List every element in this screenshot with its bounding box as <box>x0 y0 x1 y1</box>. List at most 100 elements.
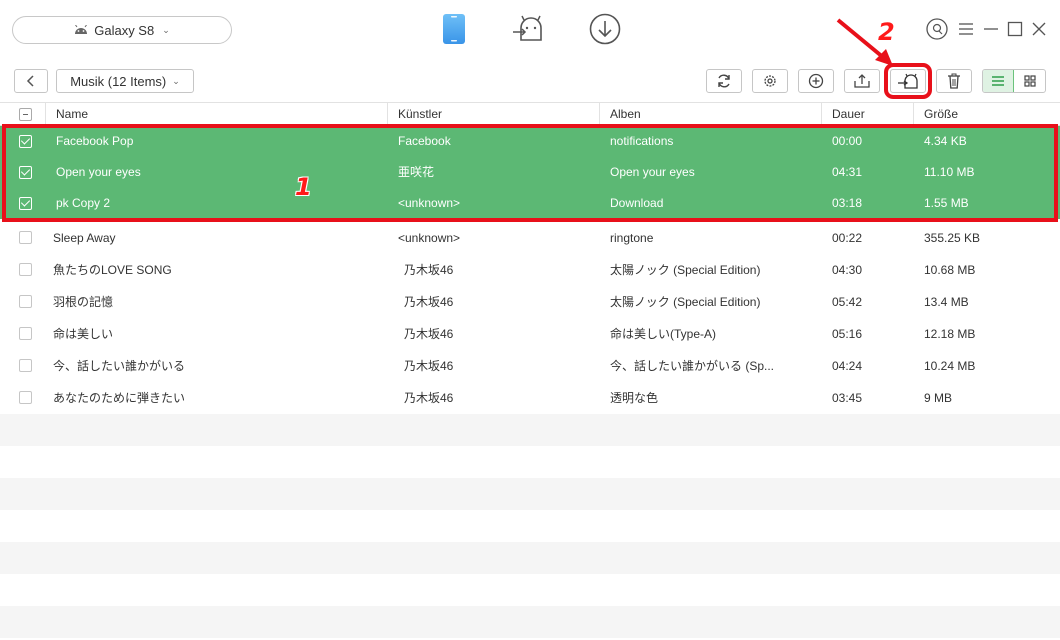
table-row[interactable]: あなたのために弾きたい 乃木坂46 透明な色 03:45 9 MB <box>0 382 1060 414</box>
android-icon <box>75 25 88 34</box>
table-row[interactable]: 命は美しい 乃木坂46 命は美しい(Type-A) 05:16 12.18 MB <box>0 318 1060 350</box>
cell-name: あなたのために弾きたい <box>53 391 186 405</box>
cell-album: 今、話したい誰かがいる (Sp... <box>610 359 775 373</box>
grid-view-icon <box>1023 75 1036 87</box>
cell-duration: 05:42 <box>832 295 863 309</box>
cell-album: Open your eyes <box>610 165 695 179</box>
table-row[interactable]: pk Copy 2 <unknown> Download 03:18 1.55 MB <box>0 188 1060 219</box>
column-header-name[interactable]: Name <box>56 103 88 125</box>
cell-name: Facebook Pop <box>56 134 134 148</box>
empty-row <box>0 446 1060 478</box>
cell-artist: 乃木坂46 <box>404 391 454 405</box>
cell-album: ringtone <box>610 231 654 245</box>
cell-size: 355.25 KB <box>924 231 981 245</box>
table-row[interactable]: 今、話したい誰かがいる 乃木坂46 今、話したい誰かがいる (Sp... 04:24 1… <box>0 350 1060 382</box>
transfer-to-device-button[interactable] <box>884 63 932 99</box>
cell-album: Download <box>610 196 664 210</box>
maximize-icon[interactable] <box>1007 18 1023 40</box>
add-button[interactable] <box>798 69 834 93</box>
table-row[interactable]: 羽根の記憶 乃木坂46 太陽ノック (Special Edition) 05:42 13… <box>0 286 1060 318</box>
category-dropdown[interactable]: Musik (12 Items) ⌄ <box>56 69 194 93</box>
row-checkbox[interactable] <box>19 359 32 372</box>
cell-name: 魚たちのLOVE SONG <box>53 263 172 277</box>
android-mover-icon[interactable] <box>512 12 546 46</box>
top-bar: Galaxy S8 ⌄ <box>0 0 1060 60</box>
row-checkbox[interactable] <box>19 166 32 179</box>
cell-duration: 05:16 <box>832 327 863 341</box>
column-divider <box>387 103 388 125</box>
settings-icon <box>764 75 776 87</box>
empty-row <box>0 510 1060 542</box>
device-selector[interactable]: Galaxy S8 ⌄ <box>12 16 232 44</box>
grid-view-button[interactable] <box>1014 70 1045 92</box>
column-header-artist[interactable]: Künstler <box>398 103 442 125</box>
cell-duration: 04:24 <box>832 359 863 373</box>
settings-button[interactable] <box>752 69 788 93</box>
music-table: Name Künstler Alben Dauer Größe Facebook… <box>0 102 1060 640</box>
row-checkbox[interactable] <box>19 263 32 276</box>
annotation-step-1: 1 <box>295 173 312 201</box>
cell-artist: 乃木坂46 <box>404 359 454 373</box>
cell-name: 今、話したい誰かがいる <box>53 359 186 373</box>
back-button[interactable] <box>14 69 48 93</box>
cell-name: Sleep Away <box>53 231 116 245</box>
cell-size: 1.55 MB <box>924 196 969 210</box>
row-checkbox[interactable] <box>19 295 32 308</box>
cell-album: 透明な色 <box>610 391 659 405</box>
cell-size: 13.4 MB <box>924 295 969 309</box>
column-header-album[interactable]: Alben <box>610 103 641 125</box>
select-all-checkbox[interactable] <box>19 108 32 121</box>
column-divider <box>599 103 600 125</box>
cell-name: 羽根の記憶 <box>53 295 114 309</box>
column-header-size[interactable]: Größe <box>924 103 958 125</box>
row-checkbox[interactable] <box>19 197 32 210</box>
empty-row <box>0 414 1060 446</box>
cell-name: 命は美しい <box>53 327 114 341</box>
table-row[interactable]: 魚たちのLOVE SONG 乃木坂46 太陽ノック (Special Edition… <box>0 254 1060 286</box>
delete-button[interactable] <box>936 69 972 93</box>
row-checkbox[interactable] <box>19 327 32 340</box>
cell-name: Open your eyes <box>56 165 141 179</box>
cell-duration: 04:31 <box>832 165 863 179</box>
column-header-duration[interactable]: Dauer <box>832 103 865 125</box>
column-divider <box>821 103 822 125</box>
export-to-computer-button[interactable] <box>844 69 880 93</box>
table-row[interactable]: Sleep Away <unknown> ringtone 00:22 355.25 K… <box>0 222 1060 254</box>
minimize-icon[interactable] <box>983 18 999 40</box>
close-icon[interactable] <box>1031 18 1047 40</box>
table-row[interactable]: Facebook Pop Facebook notifications 00:00 4.… <box>0 126 1060 157</box>
account-icon[interactable] <box>926 18 948 40</box>
cell-album: 太陽ノック (Special Edition) <box>610 263 761 277</box>
cell-size: 11.10 MB <box>924 165 975 179</box>
cell-name: pk Copy 2 <box>56 196 111 210</box>
empty-row <box>0 606 1060 638</box>
column-divider <box>913 103 914 125</box>
cell-duration: 03:18 <box>832 196 863 210</box>
chevron-down-icon: ⌄ <box>162 24 170 35</box>
cell-duration: 04:30 <box>832 263 863 277</box>
phone-manager-icon[interactable] <box>437 12 471 46</box>
cell-album: 太陽ノック (Special Edition) <box>610 295 761 309</box>
cell-artist: 乃木坂46 <box>404 295 454 309</box>
cell-album: 命は美しい(Type-A) <box>610 327 717 341</box>
download-icon[interactable] <box>588 12 622 46</box>
table-header: Name Künstler Alben Dauer Größe <box>0 102 1060 126</box>
refresh-button[interactable] <box>706 69 742 93</box>
menu-icon[interactable] <box>958 18 974 40</box>
list-view-button[interactable] <box>983 70 1015 92</box>
row-checkbox[interactable] <box>19 391 32 404</box>
row-checkbox[interactable] <box>19 135 32 148</box>
cell-duration: 00:00 <box>832 134 863 148</box>
cell-size: 4.34 KB <box>924 134 967 148</box>
delete-icon <box>948 73 960 89</box>
cell-artist: 乃木坂46 <box>404 327 454 341</box>
column-divider <box>45 103 46 125</box>
cell-artist: <unknown> <box>398 231 461 245</box>
cell-size: 12.18 MB <box>924 327 976 341</box>
cell-size: 10.68 MB <box>924 263 976 277</box>
row-checkbox[interactable] <box>19 231 32 244</box>
cell-size: 10.24 MB <box>924 359 976 373</box>
device-name: Galaxy S8 <box>94 22 155 38</box>
table-row[interactable]: Open your eyes 亜咲花 Open your eyes 04:31 11.1… <box>0 157 1060 188</box>
add-icon <box>808 73 824 89</box>
